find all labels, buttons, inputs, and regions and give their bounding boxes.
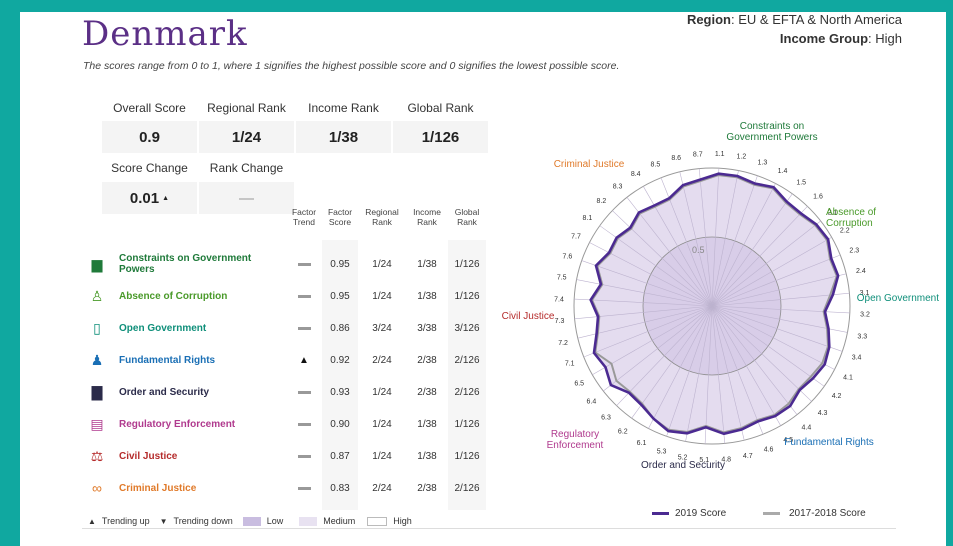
radar-axis-label: 6.3: [601, 415, 611, 422]
radar-group-label: Constraints on Government Powers: [726, 121, 818, 143]
radar-group-label: Order and Security: [641, 460, 725, 471]
radar-axis-label: 7.1: [565, 361, 575, 368]
chart-legend-2017: 2017-2018 Score: [763, 508, 866, 519]
radar-axis-label: 8.7: [693, 152, 703, 159]
radar-axis-label: 4.4: [802, 425, 812, 432]
radar-axis-label: 5.3: [657, 449, 667, 456]
radar-axis-label: 1.2: [737, 154, 747, 161]
radar-axis-label: 7.7: [571, 234, 581, 241]
series-2019-swatch: [652, 512, 669, 515]
radar-axis-label: 4.6: [764, 446, 774, 453]
radar-group-label: Absence of Corruption: [826, 207, 877, 229]
radar-axis-label: 7.5: [557, 275, 567, 282]
radar-axis-label: 6.5: [574, 380, 584, 387]
radar-axis-label: 4.2: [832, 393, 842, 400]
radar-group-label: Criminal Justice: [553, 159, 625, 170]
radar-group-label: Fundamental Rights: [784, 437, 874, 448]
radar-axis-label: 2.4: [856, 268, 866, 275]
radar-axis-label: 1.1: [715, 151, 725, 158]
radar-chart: 0.51.1 1.21.31.41.51.62.12.22.32.43.13.23…: [554, 151, 870, 464]
radar-axis-label: 3.3: [857, 333, 867, 340]
legend-2017-label: 2017-2018 Score: [789, 508, 866, 519]
radar-axis-label: 8.4: [631, 171, 641, 178]
radar-axis-label: 4.3: [818, 410, 828, 417]
radar-axis-label: 8.1: [583, 215, 593, 222]
radar-axis-label: 4.1: [843, 375, 853, 382]
radar-axis-label: 2.3: [849, 247, 859, 254]
radar-gridline-label: 0.5: [692, 245, 705, 255]
legend-2019-label: 2019 Score: [675, 508, 727, 519]
radar-axis-label: 7.2: [558, 340, 568, 347]
radar-axis-label: 8.2: [597, 198, 607, 205]
series-2017-swatch: [763, 512, 780, 515]
radar-axis-label: 8.6: [671, 155, 681, 162]
radar-axis-label: 1.5: [796, 179, 806, 186]
radar-axis-label: 8.5: [651, 162, 661, 169]
radar-axis-label: 3.2: [860, 312, 870, 319]
radar-axis-label: 7.4: [554, 296, 564, 303]
radar-group-label: Regulatory Enforcement: [546, 429, 604, 451]
radar-axis-label: 1.3: [758, 159, 768, 166]
radar-axis-label: 3.4: [852, 354, 862, 361]
radar-axis-label: 6.4: [587, 398, 597, 405]
radar-axis-label: 1.4: [778, 168, 788, 175]
radar-group-label: Open Government: [856, 293, 939, 304]
radar-axis-label: 6.1: [637, 440, 647, 447]
radar-group-label: Civil Justice: [501, 311, 555, 322]
radar-axis-label: 7.6: [563, 254, 573, 261]
radar-axis-label: 1.6: [813, 193, 823, 200]
chart-legend-2019: 2019 Score: [652, 508, 726, 519]
radar-axis-label: 8.3: [613, 183, 623, 190]
radar-axis-label: 4.7: [743, 453, 753, 460]
